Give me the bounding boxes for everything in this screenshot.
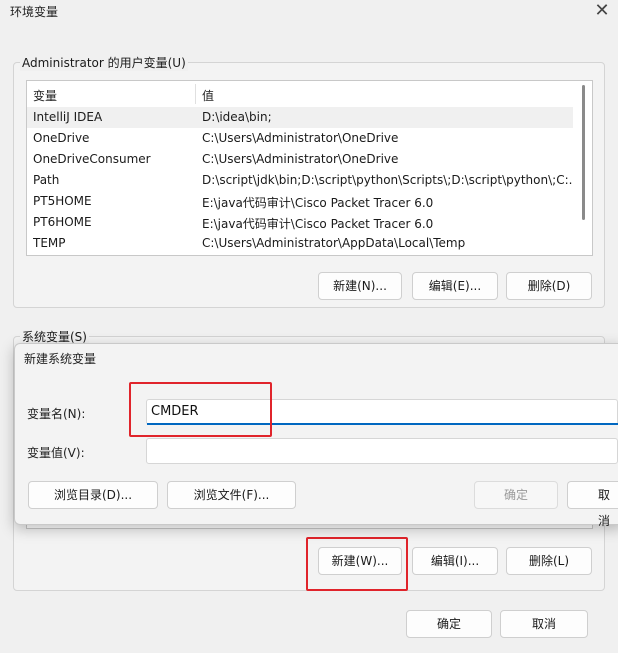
close-icon[interactable]: ✕ [592, 2, 612, 22]
table-row[interactable]: PT6HOME E:\java代码审计\Cisco Packet Tracer … [27, 212, 573, 233]
system-edit-button[interactable]: 编辑(I)... [412, 547, 498, 575]
user-vars-group-label: Administrator 的用户变量(U) [20, 54, 188, 71]
var-value: E:\java代码审计\Cisco Packet Tracer 6.0 [202, 196, 434, 210]
vertical-scrollbar[interactable] [582, 85, 585, 220]
var-name: TEMP [33, 236, 66, 250]
ok-button[interactable]: 确定 [406, 610, 492, 638]
var-name: PT5HOME [33, 194, 92, 208]
var-name: IntelliJ IDEA [33, 110, 103, 124]
var-name: PT6HOME [33, 215, 92, 229]
variable-name-label: 变量名(N): [27, 407, 86, 421]
table-row[interactable]: OneDrive C:\Users\Administrator\OneDrive [27, 128, 573, 149]
var-value: E:\java代码审计\Cisco Packet Tracer 6.0 [202, 217, 434, 231]
var-value: D:\idea\bin; [202, 110, 272, 124]
user-vars-table[interactable]: 变量 值 IntelliJ IDEA D:\idea\bin; OneDrive… [26, 80, 593, 256]
var-value: C:\Users\Administrator\AppData\Local\Tem… [202, 236, 466, 250]
dialog-cancel-button[interactable]: 取消 [567, 481, 618, 528]
browse-directory-button[interactable]: 浏览目录(D)... [28, 481, 158, 509]
user-new-button[interactable]: 新建(N)... [318, 272, 402, 300]
table-row[interactable]: Path D:\script\jdk\bin;D:\script\python\… [27, 170, 573, 191]
var-name: Path [33, 173, 60, 187]
column-divider[interactable] [195, 84, 196, 104]
user-vars-table-header: 变量 值 [27, 81, 573, 108]
table-row[interactable]: IntelliJ IDEA D:\idea\bin; [27, 107, 573, 128]
var-value: C:\Users\Administrator\OneDrive [202, 131, 399, 145]
dialog-ok-button[interactable]: 确定 [474, 481, 558, 509]
user-edit-button[interactable]: 编辑(E)... [412, 272, 498, 300]
table-row[interactable]: OneDriveConsumer C:\Users\Administrator\… [27, 149, 573, 170]
highlight-box-variable-name [129, 382, 272, 437]
cancel-button[interactable]: 取消 [500, 610, 588, 638]
system-delete-button[interactable]: 删除(L) [506, 547, 592, 575]
dialog-title: 新建系统变量 [24, 352, 97, 366]
column-header-name[interactable]: 变量 [33, 87, 57, 104]
column-header-value[interactable]: 值 [202, 87, 214, 104]
variable-value-label: 变量值(V): [27, 446, 85, 460]
table-row[interactable]: PT5HOME E:\java代码审计\Cisco Packet Tracer … [27, 191, 573, 212]
user-delete-button[interactable]: 删除(D) [506, 272, 592, 300]
var-name: OneDrive [33, 131, 90, 145]
highlight-box-new-button [306, 537, 408, 591]
var-name: OneDriveConsumer [33, 152, 151, 166]
table-row[interactable]: TEMP C:\Users\Administrator\AppData\Loca… [27, 233, 573, 254]
var-value: C:\Users\Administrator\OneDrive [202, 152, 399, 166]
var-value: D:\script\jdk\bin;D:\script\python\Scrip… [202, 173, 572, 187]
browse-file-button[interactable]: 浏览文件(F)... [167, 481, 296, 509]
variable-value-input[interactable] [146, 438, 618, 464]
window-title: 环境变量 [10, 5, 59, 19]
